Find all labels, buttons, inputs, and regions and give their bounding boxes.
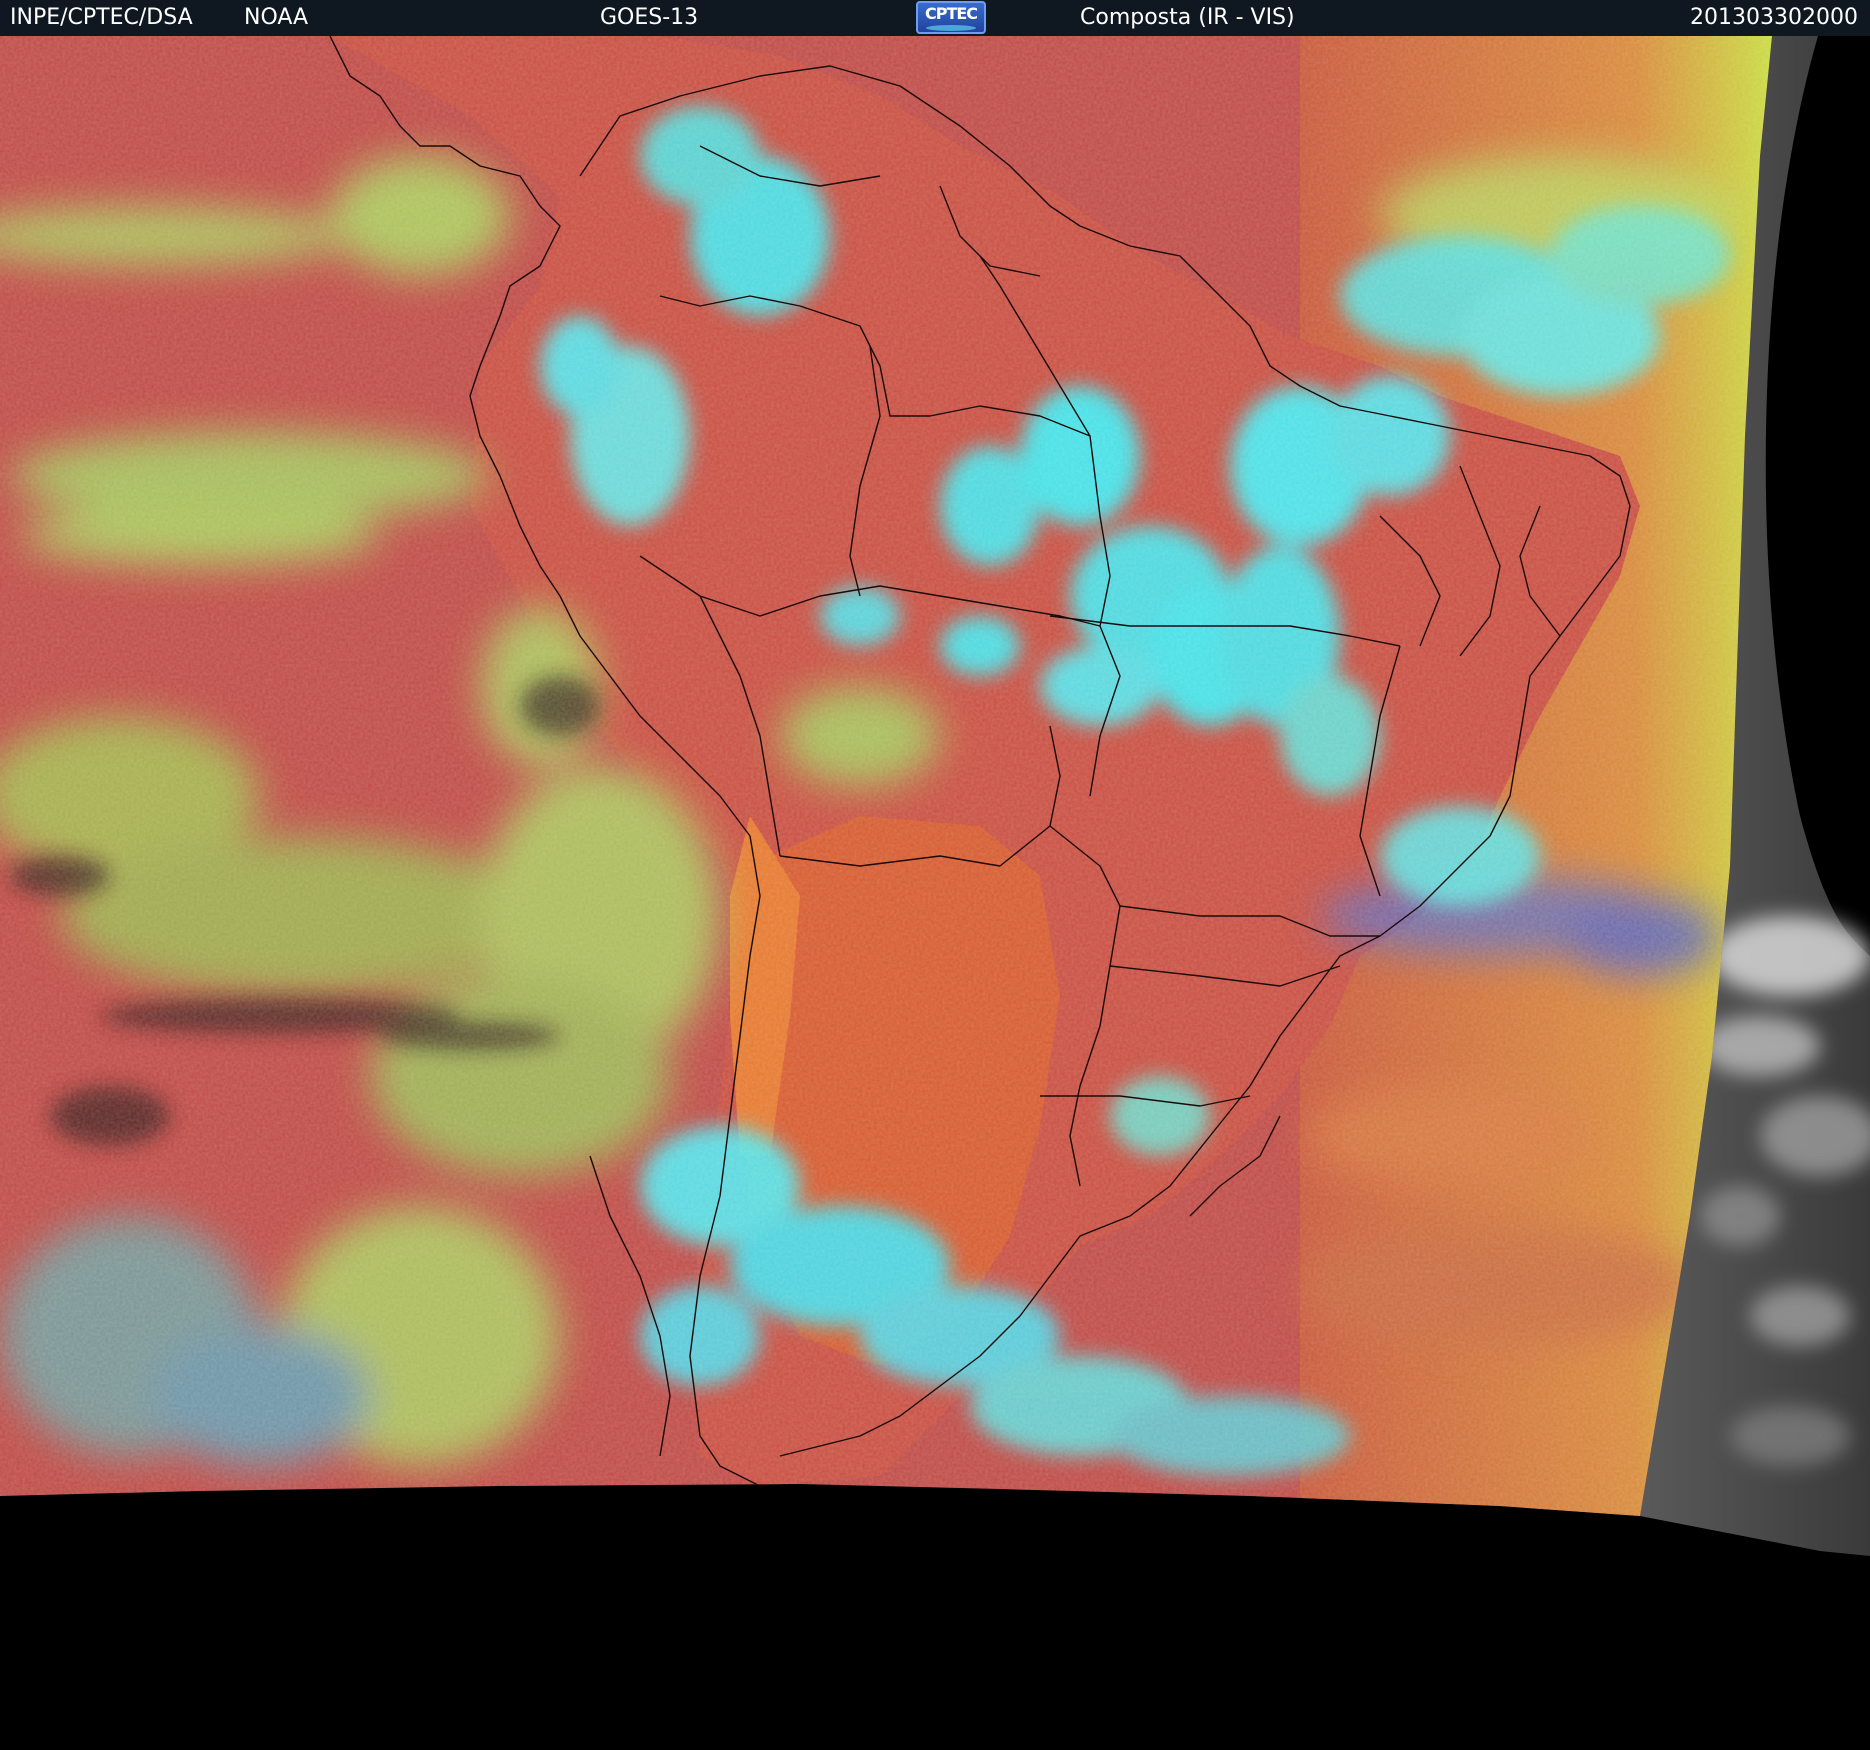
satellite-label: GOES-13 bbox=[600, 5, 699, 30]
product-label: Composta (IR - VIS) bbox=[1080, 5, 1295, 30]
logo-swoosh bbox=[926, 25, 976, 31]
image-header: INPE/CPTEC/DSA NOAA GOES-13 CPTEC Compos… bbox=[0, 0, 1870, 36]
satellite-image bbox=[0, 36, 1870, 1750]
org-label: INPE/CPTEC/DSA bbox=[10, 5, 193, 30]
satellite-viewer: INPE/CPTEC/DSA NOAA GOES-13 CPTEC Compos… bbox=[0, 0, 1870, 1750]
satellite-image-svg bbox=[0, 36, 1870, 1750]
logo-text: CPTEC bbox=[924, 4, 978, 23]
timestamp-label: 201303302000 bbox=[1690, 5, 1858, 30]
agency-label: NOAA bbox=[244, 5, 309, 30]
